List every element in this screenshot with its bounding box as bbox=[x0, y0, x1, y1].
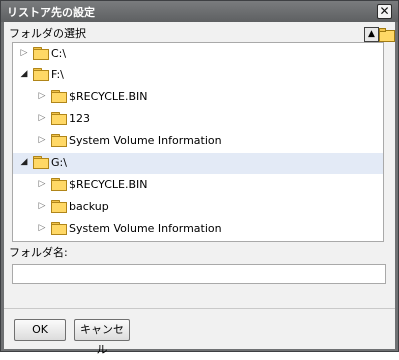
tree-item-f-recycle-bin[interactable]: ▷ $RECYCLE.BIN bbox=[13, 87, 383, 108]
ok-button[interactable]: OK bbox=[14, 319, 66, 341]
folder-icon bbox=[51, 222, 67, 235]
tree-item-label: System Volume Information bbox=[69, 222, 222, 235]
tree-item-label: $RECYCLE.BIN bbox=[69, 90, 148, 103]
tree-item-label: F:\ bbox=[51, 68, 64, 81]
tree-item-label: backup bbox=[69, 200, 109, 213]
expand-triangle-icon[interactable]: ▷ bbox=[37, 201, 47, 211]
folder-select-label: フォルダの選択 bbox=[9, 27, 86, 40]
tree-item-f-system-volume-information[interactable]: ▷ System Volume Information bbox=[13, 131, 383, 152]
tree-item-f-drive[interactable]: ◢ F:\ bbox=[13, 65, 383, 86]
close-button[interactable]: ✕ bbox=[377, 4, 392, 19]
folder-icon bbox=[51, 112, 67, 125]
tree-item-label: $RECYCLE.BIN bbox=[69, 178, 148, 191]
tree-item-g-recycle-bin[interactable]: ▷ $RECYCLE.BIN bbox=[13, 175, 383, 196]
expand-triangle-icon[interactable]: ▷ bbox=[37, 91, 47, 101]
expand-triangle-icon[interactable]: ▷ bbox=[37, 179, 47, 189]
folder-icon bbox=[33, 68, 49, 81]
expand-triangle-icon[interactable]: ▷ bbox=[19, 48, 29, 58]
new-folder-icon bbox=[379, 28, 395, 42]
up-folder-button[interactable]: ▲ bbox=[364, 27, 379, 42]
tree-item-f-123[interactable]: ▷ 123 bbox=[13, 109, 383, 130]
folder-icon bbox=[33, 47, 49, 60]
cancel-button[interactable]: キャンセル bbox=[74, 319, 130, 356]
tree-item-g-backup[interactable]: ▷ backup bbox=[13, 197, 383, 218]
tree-item-label: System Volume Information bbox=[69, 134, 222, 147]
collapse-triangle-icon[interactable]: ◢ bbox=[19, 69, 29, 79]
new-folder-button[interactable] bbox=[379, 26, 395, 43]
tree-item-label: G:\ bbox=[51, 156, 67, 169]
arrow-up-icon: ▲ bbox=[368, 29, 375, 39]
tree-item-label: C:\ bbox=[51, 47, 67, 60]
folder-name-label: フォルダ名: bbox=[9, 246, 68, 259]
folder-name-input[interactable] bbox=[12, 264, 386, 284]
dialog-body: フォルダの選択 ▲ ▷ C:\ ◢ F:\ ▷ $RECYCLE.BIN ▷ 1… bbox=[4, 22, 395, 356]
folder-icon bbox=[33, 156, 49, 169]
tree-item-label: 123 bbox=[69, 112, 90, 125]
folder-icon bbox=[51, 178, 67, 191]
title-bar[interactable]: リストア先の設定 ✕ bbox=[1, 1, 398, 22]
tree-item-c-drive[interactable]: ▷ C:\ bbox=[13, 44, 383, 65]
folder-icon bbox=[51, 200, 67, 213]
expand-triangle-icon[interactable]: ▷ bbox=[37, 223, 47, 233]
expand-triangle-icon[interactable]: ▷ bbox=[37, 113, 47, 123]
folder-icon bbox=[51, 90, 67, 103]
tree-item-g-system-volume-information[interactable]: ▷ System Volume Information bbox=[13, 219, 383, 240]
folder-icon bbox=[51, 134, 67, 147]
folder-tree[interactable]: ▷ C:\ ◢ F:\ ▷ $RECYCLE.BIN ▷ 123 ▷ Syste… bbox=[12, 42, 384, 242]
button-divider bbox=[4, 308, 395, 309]
tree-item-g-drive[interactable]: ◢ G:\ bbox=[13, 153, 383, 174]
restore-destination-dialog: リストア先の設定 ✕ フォルダの選択 ▲ ▷ C:\ ◢ F:\ ▷ $RECY… bbox=[0, 0, 399, 356]
close-icon: ✕ bbox=[379, 4, 390, 18]
expand-triangle-icon[interactable]: ▷ bbox=[37, 135, 47, 145]
dialog-title: リストア先の設定 bbox=[7, 6, 95, 19]
collapse-triangle-icon[interactable]: ◢ bbox=[19, 157, 29, 167]
